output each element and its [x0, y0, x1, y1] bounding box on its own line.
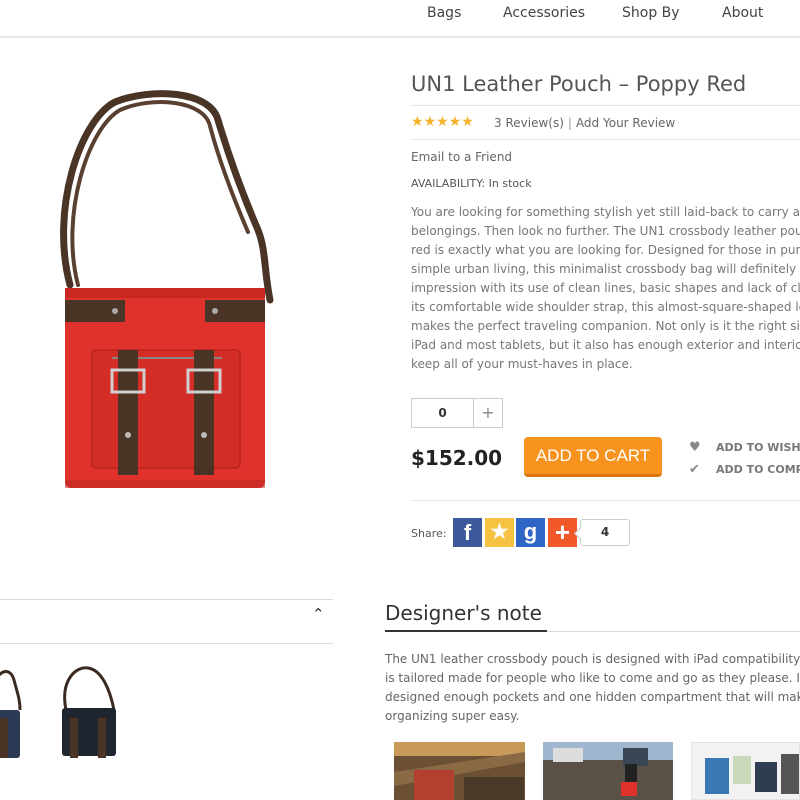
product-title: UN1 Leather Pouch – Poppy Red: [411, 72, 747, 96]
product-thumbnail[interactable]: [56, 660, 122, 760]
facebook-share-button[interactable]: f: [453, 518, 482, 547]
email-friend-link[interactable]: Email to a Friend: [411, 150, 512, 164]
product-thumbnail[interactable]: [0, 660, 24, 760]
description-line: red is exactly what you are looking for.…: [411, 243, 800, 257]
title-divider: [411, 105, 800, 106]
description-line: iPad and most tablets, but it also has e…: [411, 338, 800, 352]
designer-note-text: The UN1 leather crossbody pouch is desig…: [385, 650, 800, 726]
google-icon: g: [523, 519, 538, 544]
add-to-compare-link[interactable]: ✔ ADD TO COMPA: [689, 462, 800, 477]
description-line: You are looking for something stylish ye…: [411, 205, 800, 219]
star-icon: ★: [461, 114, 474, 130]
collapse-panel-header[interactable]: [0, 599, 333, 644]
note-line: organizing super easy.: [385, 709, 520, 723]
star-icon: ★: [490, 521, 509, 543]
availability: Availability: In stock: [411, 177, 532, 190]
note-line: designed enough pockets and one hidden c…: [385, 690, 800, 704]
plus-icon: +: [554, 517, 571, 547]
bag-contents-photo[interactable]: [691, 742, 800, 800]
note-line: is tailored made for people who like to …: [385, 671, 800, 685]
designer-note-heading: Designer's note: [385, 601, 542, 625]
quantity-stepper: +: [411, 398, 503, 428]
share-label: Share:: [411, 527, 447, 540]
compare-label: ADD TO COMPA: [716, 463, 800, 476]
lifestyle-photo-cafe[interactable]: [394, 742, 525, 800]
cart-divider: [411, 500, 800, 501]
reviews-count-link[interactable]: 3 Review(s): [494, 116, 564, 130]
availability-label: Availability:: [411, 177, 486, 190]
star-icon: ★: [448, 114, 462, 130]
heading-divider: [547, 631, 800, 632]
rating-divider: [411, 139, 800, 140]
description-line: belongings. Then look no further. The UN…: [411, 224, 800, 238]
description-line: its comfortable wide shoulder strap, thi…: [411, 300, 800, 314]
availability-value: In stock: [488, 177, 532, 190]
star-icon: ★: [423, 114, 437, 130]
description-line: impression with its use of clean lines, …: [411, 281, 800, 295]
product-image[interactable]: [40, 90, 290, 500]
share-count-badge: 4: [580, 519, 630, 546]
more-share-button[interactable]: +: [548, 518, 577, 547]
quantity-increase-button[interactable]: +: [474, 399, 502, 427]
star-icon: ★: [436, 114, 449, 130]
wishlist-label: ADD TO WISHLI: [716, 441, 800, 454]
top-navigation: Bags Accessories Shop By About: [0, 0, 800, 38]
reviews-links: 3 Review(s) | Add Your Review: [494, 116, 675, 130]
description-line: makes the perfect traveling companion. N…: [411, 319, 800, 333]
product-price: $152.00: [411, 446, 503, 470]
product-description: You are looking for something stylish ye…: [411, 203, 800, 373]
facebook-icon: f: [463, 520, 472, 545]
star-icon: ★: [411, 114, 424, 130]
heading-underline: [385, 630, 547, 632]
add-to-cart-button[interactable]: ADD TO CART: [524, 437, 662, 477]
nav-item-about[interactable]: About: [722, 5, 763, 21]
quantity-input[interactable]: [412, 399, 474, 427]
description-line: keep all of your must-haves in place.: [411, 357, 633, 371]
separator: |: [567, 116, 572, 130]
description-line: simple urban living, this minimalist cro…: [411, 262, 800, 276]
google-share-button[interactable]: g: [516, 518, 545, 547]
nav-item-bags[interactable]: Bags: [427, 5, 461, 21]
heart-icon: ♥: [689, 440, 701, 455]
check-icon: ✔: [689, 462, 700, 477]
nav-item-accessories[interactable]: Accessories: [503, 5, 585, 21]
lifestyle-photo-street[interactable]: [543, 742, 673, 800]
note-line: The UN1 leather crossbody pouch is desig…: [385, 652, 800, 666]
add-review-link[interactable]: Add Your Review: [576, 116, 675, 130]
add-to-wishlist-link[interactable]: ♥ ADD TO WISHLI: [689, 440, 800, 455]
rating-stars: ★ ★ ★ ★ ★: [411, 115, 474, 129]
nav-item-shop-by[interactable]: Shop By: [622, 5, 680, 21]
favorite-share-button[interactable]: ★: [485, 518, 514, 547]
chevron-up-icon[interactable]: ⌃: [312, 605, 325, 623]
